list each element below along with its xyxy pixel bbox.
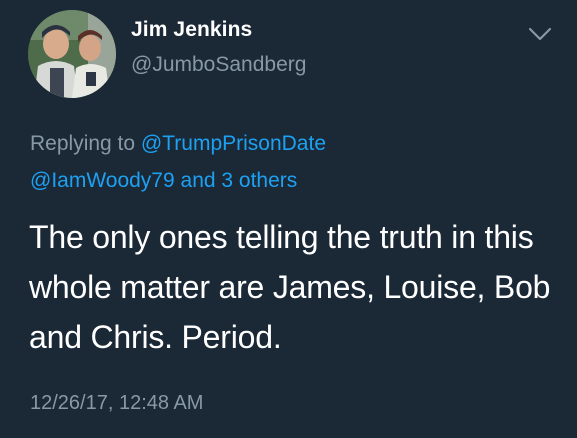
mention-link-secondary[interactable]: @IamWoody79 bbox=[30, 169, 175, 192]
reply-prefix: Replying to bbox=[30, 132, 136, 155]
reply-context-continued: @IamWoody79 and 3 others bbox=[30, 168, 297, 194]
avatar[interactable] bbox=[28, 10, 116, 98]
profile-photo bbox=[28, 10, 116, 98]
username-handle[interactable]: @JumboSandberg bbox=[131, 53, 306, 77]
reply-context: Replying to @TrumpPrisonDate bbox=[30, 131, 326, 157]
display-name[interactable]: Jim Jenkins bbox=[131, 18, 252, 42]
reply-conjunction: and bbox=[180, 169, 216, 192]
tweet-text: The only ones telling the truth in this … bbox=[29, 219, 551, 355]
tweet-timestamp[interactable]: 12/26/17, 12:48 AM bbox=[30, 392, 203, 415]
others-link[interactable]: 3 others bbox=[221, 169, 297, 192]
chevron-down-icon[interactable] bbox=[528, 26, 552, 42]
mention-link-primary[interactable]: @TrumpPrisonDate bbox=[141, 132, 326, 155]
